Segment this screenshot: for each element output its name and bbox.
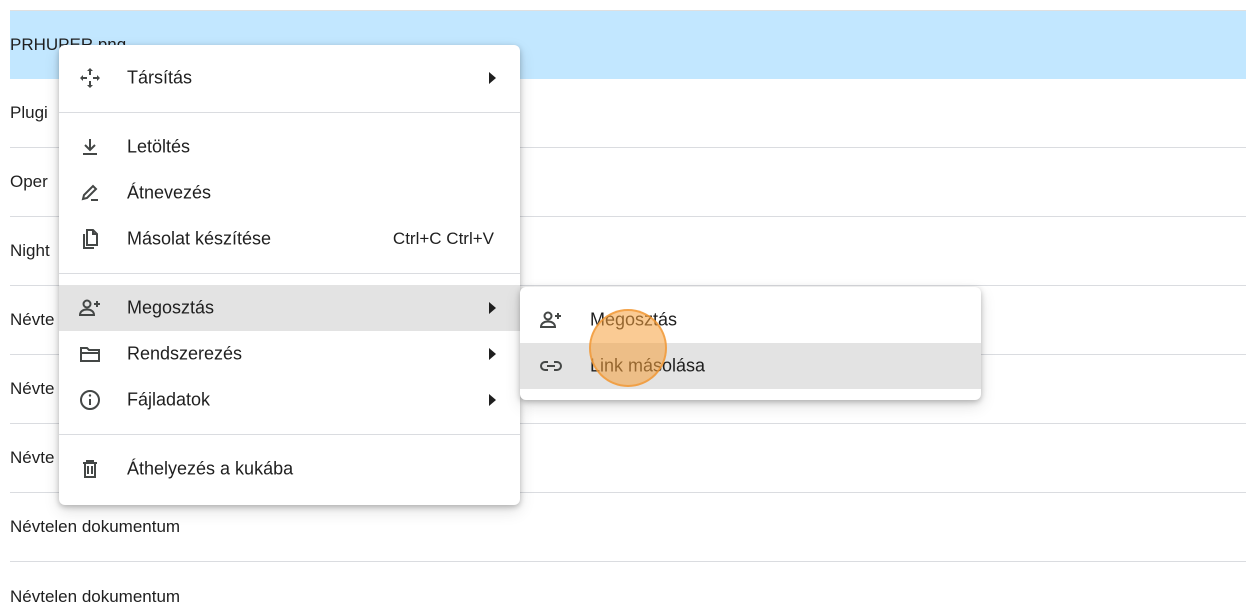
keyboard-shortcut: Ctrl+C Ctrl+V [392,229,494,248]
submenu-arrow-icon [489,72,496,84]
submenu-arrow-icon [489,302,496,314]
menu-item-label: Megosztás [127,297,215,318]
file-row[interactable]: Névtelen dokumentum [10,562,1246,608]
menu-item-move-to-trash[interactable]: Áthelyezés a kukába [59,446,520,492]
menu-item-organize[interactable]: Rendszerezés [59,331,520,377]
info-icon [77,387,103,413]
menu-item-label: Link másolása [590,355,706,376]
submenu-arrow-icon [489,348,496,360]
menu-divider [59,273,520,274]
share-submenu: Megosztás Link másolása [520,287,981,400]
menu-item-label: Áthelyezés a kukába [127,458,294,479]
download-icon [77,134,103,160]
menu-item-label: Másolat készítése [127,228,272,249]
file-name: Névte [10,310,55,329]
menu-item-share[interactable]: Megosztás [59,285,520,331]
move-arrows-icon [77,65,103,91]
file-name: Névte [10,379,55,398]
file-name: Névte [10,448,55,467]
person-add-icon [538,307,564,333]
context-menu: Társítás Letöltés Átnevezés Másolat kész… [59,45,520,505]
menu-item-file-info[interactable]: Fájladatok [59,377,520,423]
menu-item-label: Társítás [127,67,193,88]
file-name: Night [10,241,50,260]
menu-item-label: Rendszerezés [127,343,243,364]
menu-item-label: Megosztás [590,309,678,330]
submenu-arrow-icon [489,394,496,406]
rename-pen-icon [77,180,103,206]
menu-item-label: Letöltés [127,136,191,157]
file-name: Oper [10,172,48,191]
file-name: Névtelen dokumentum [10,586,181,606]
menu-divider [59,434,520,435]
file-name: Névtelen dokumentum [10,517,181,536]
menu-divider [59,112,520,113]
link-icon [538,353,564,379]
copy-icon [77,226,103,252]
submenu-item-copy-link[interactable]: Link másolása [520,343,981,389]
submenu-item-share[interactable]: Megosztás [520,297,981,343]
trash-icon [77,456,103,482]
person-add-icon [77,295,103,321]
menu-item-rename[interactable]: Átnevezés [59,170,520,216]
folder-open-icon [77,341,103,367]
menu-item-associate[interactable]: Társítás [59,55,520,101]
menu-item-label: Fájladatok [127,389,211,410]
file-name: Plugi [10,103,48,122]
menu-item-make-copy[interactable]: Másolat készítése Ctrl+C Ctrl+V [59,216,520,262]
menu-item-label: Átnevezés [127,182,212,203]
menu-item-download[interactable]: Letöltés [59,124,520,170]
